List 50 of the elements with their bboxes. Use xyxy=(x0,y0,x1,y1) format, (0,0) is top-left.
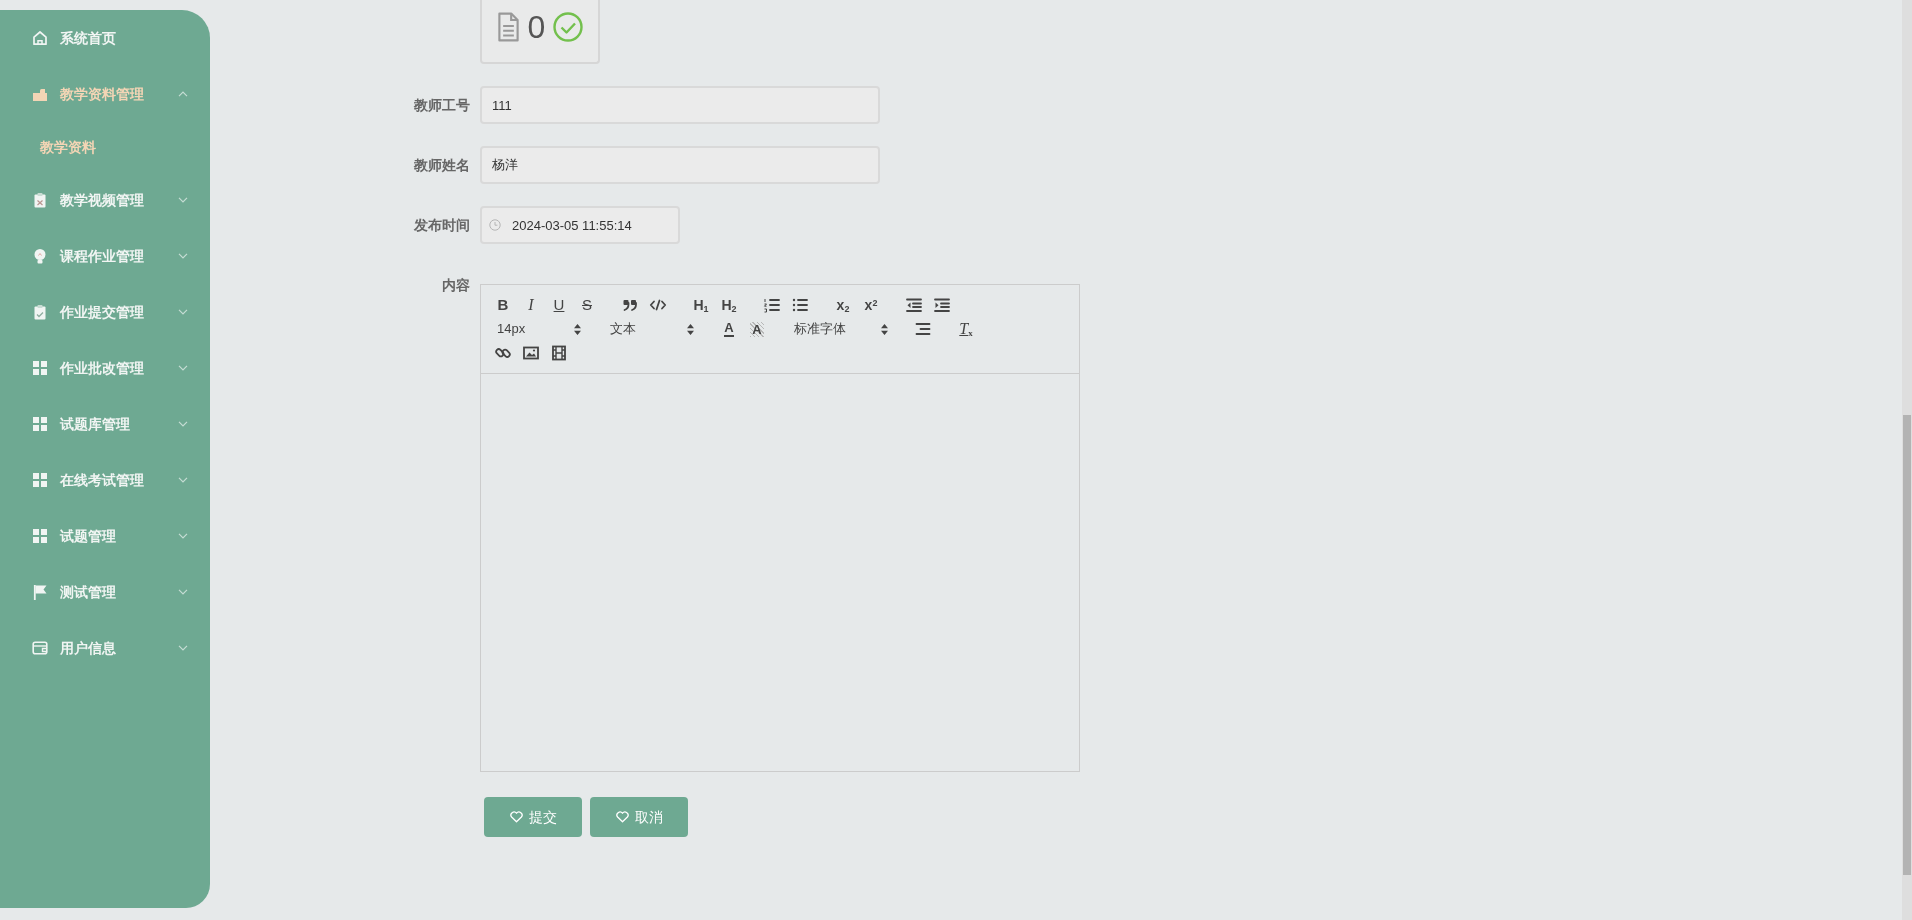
font-size-picker[interactable]: 14px xyxy=(489,317,587,341)
clipboard-check-icon xyxy=(32,304,48,320)
sort-arrows-icon xyxy=(574,323,581,335)
strikethrough-button[interactable]: S xyxy=(573,293,601,317)
date-field[interactable]: 2024-03-05 11:55:14 xyxy=(480,206,680,244)
sort-arrows-icon xyxy=(881,323,888,335)
upload-card[interactable]: 0 xyxy=(480,0,600,64)
bullet-list-icon xyxy=(791,296,809,314)
field-label: 发布时间 xyxy=(413,215,470,235)
outdent-icon xyxy=(905,296,923,314)
align-left-icon xyxy=(914,320,932,338)
scrollbar-thumb[interactable] xyxy=(1903,415,1911,875)
grid-icon xyxy=(32,416,48,432)
wallet-icon xyxy=(32,640,48,656)
heart-icon xyxy=(509,811,523,823)
clear-format-button[interactable]: T$_{x}$ xyxy=(952,317,980,341)
field-label: 内容 xyxy=(441,276,470,295)
grid-icon xyxy=(32,472,48,488)
field-label: 教师工号 xyxy=(413,95,470,115)
superscript-button[interactable]: x$^{2}$ xyxy=(857,293,885,317)
file-icon xyxy=(496,12,520,42)
field-label: 教师姓名 xyxy=(413,155,470,175)
heading-button[interactable]: H$_{1}$ xyxy=(687,293,715,317)
film-icon xyxy=(550,344,568,362)
background-color-button[interactable]: A xyxy=(743,317,771,341)
image-icon xyxy=(522,344,540,362)
font-color-button[interactable]: A xyxy=(715,317,743,341)
font-family-picker[interactable]: 标准字体 xyxy=(786,317,894,341)
clock-icon xyxy=(489,219,501,231)
text-field[interactable]: 111 xyxy=(480,86,880,124)
lightbulb-icon xyxy=(32,248,48,264)
heart-icon xyxy=(615,811,629,823)
heading-button[interactable]: H$_{2}$ xyxy=(715,293,743,317)
folder-icon xyxy=(32,86,48,102)
indent-icon xyxy=(933,296,951,314)
heading-picker[interactable]: 文本 xyxy=(602,317,700,341)
subscript-button[interactable]: x$_{2}$ xyxy=(829,293,857,317)
ordered-list-icon xyxy=(763,296,781,314)
clipboard-x-icon xyxy=(32,192,48,208)
home-icon xyxy=(32,30,48,46)
grid-icon xyxy=(32,528,48,544)
flag-icon xyxy=(32,584,48,600)
text-field[interactable]: 杨洋 xyxy=(480,146,880,184)
bold-button[interactable]: B xyxy=(489,293,517,317)
italic-button[interactable]: I xyxy=(517,293,545,317)
file-count: 0 xyxy=(527,11,546,43)
scrollbar-track[interactable] xyxy=(1902,0,1912,920)
sort-arrows-icon xyxy=(687,323,694,335)
grid-icon xyxy=(32,360,48,376)
underline-button[interactable]: U xyxy=(545,293,573,317)
